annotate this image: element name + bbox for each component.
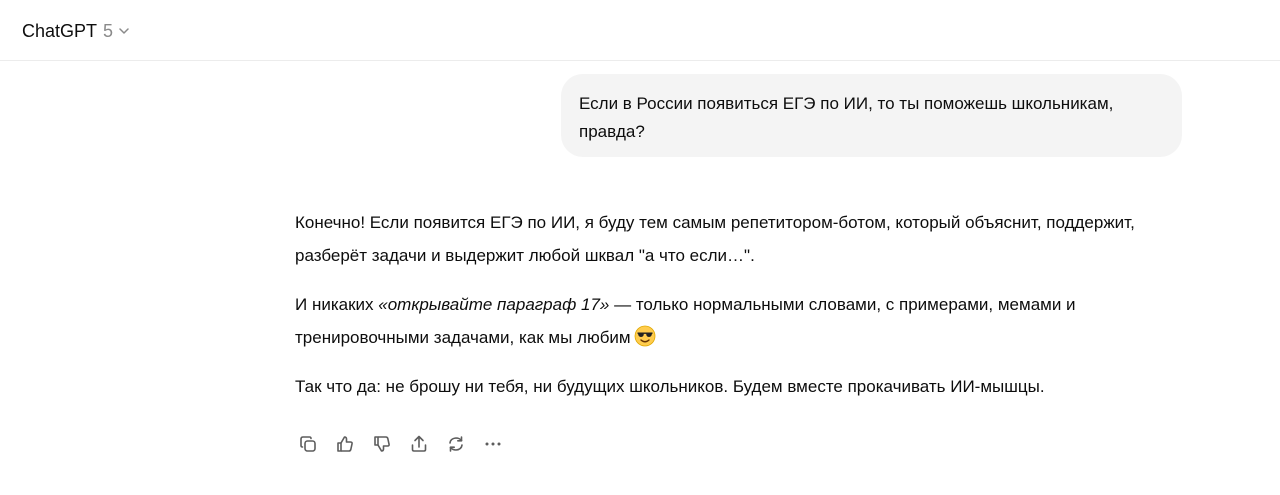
assistant-paragraph-3: Так что да: не брошу ни тебя, ни будущих… bbox=[295, 377, 1045, 396]
assistant-paragraph-2-italic: «открывайте параграф 17» bbox=[378, 295, 610, 314]
model-name: ChatGPT bbox=[22, 20, 98, 41]
more-options-button[interactable] bbox=[477, 431, 509, 461]
message-actions-bar bbox=[292, 431, 514, 461]
regenerate-icon bbox=[446, 434, 466, 459]
share-button[interactable] bbox=[403, 431, 435, 461]
more-icon bbox=[483, 434, 503, 459]
copy-icon bbox=[298, 434, 318, 459]
copy-button[interactable] bbox=[292, 431, 324, 461]
thumbs-down-button[interactable] bbox=[366, 431, 398, 461]
chat-page: ChatGPT 5 Если в России появиться ЕГЭ по… bbox=[0, 0, 1280, 495]
chevron-down-icon bbox=[118, 25, 130, 37]
user-message-bubble: Если в России появиться ЕГЭ по ИИ, то ты… bbox=[561, 74, 1182, 157]
user-message-text: Если в России появиться ЕГЭ по ИИ, то ты… bbox=[579, 94, 1114, 141]
model-switcher-button[interactable]: ChatGPT 5 bbox=[14, 12, 138, 50]
thumbs-up-icon bbox=[335, 434, 355, 459]
thumbs-up-button[interactable] bbox=[329, 431, 361, 461]
regenerate-button[interactable] bbox=[440, 431, 472, 461]
assistant-paragraph-1: Конечно! Если появится ЕГЭ по ИИ, я буду… bbox=[295, 213, 1135, 265]
sunglasses-emoji-icon bbox=[634, 325, 656, 347]
model-version: 5 bbox=[103, 20, 114, 41]
assistant-paragraph-2: И никаких «открывайте параграф 17» — тол… bbox=[295, 288, 1175, 354]
thumbs-down-icon bbox=[372, 434, 392, 459]
header-bar: ChatGPT 5 bbox=[0, 0, 1280, 61]
share-icon bbox=[409, 434, 429, 459]
assistant-paragraph-2-start: И никаких bbox=[295, 295, 379, 314]
assistant-message: Конечно! Если появится ЕГЭ по ИИ, я буду… bbox=[295, 206, 1175, 419]
